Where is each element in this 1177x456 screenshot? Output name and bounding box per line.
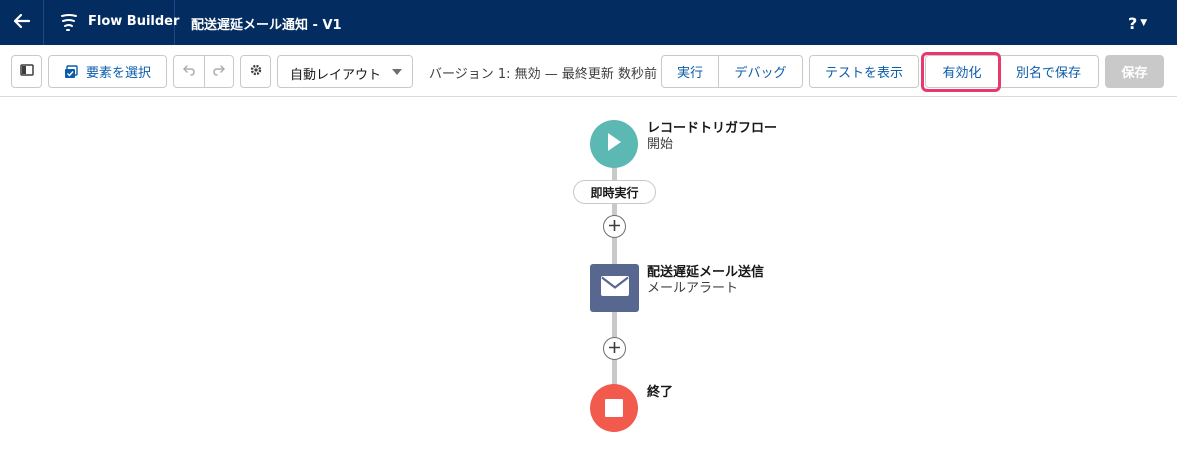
run-button[interactable]: 実行	[661, 55, 719, 88]
layout-select-value: 自動レイアウト	[290, 68, 382, 83]
path-label: 即時実行	[590, 185, 639, 200]
end-node[interactable]	[590, 384, 638, 432]
layout-select[interactable]: 自動レイアウト	[277, 55, 413, 88]
undo-button[interactable]	[173, 55, 205, 88]
select-elements-icon	[64, 64, 78, 79]
view-tests-button[interactable]: テストを表示	[809, 55, 919, 88]
activate-button[interactable]: 有効化	[925, 55, 999, 88]
play-icon	[605, 131, 623, 157]
chevron-down-icon: ▼	[1140, 18, 1148, 28]
app-branding: Flow Builder	[44, 0, 179, 45]
start-node-subtitle: 開始	[647, 137, 674, 152]
help-menu-button[interactable]: ? ▼	[1128, 12, 1158, 34]
redo-button[interactable]	[205, 55, 234, 88]
arrow-left-icon	[13, 13, 31, 33]
debug-label: デバッグ	[734, 66, 787, 81]
select-elements-label: 要素を選択	[85, 66, 151, 81]
email-action-node[interactable]	[590, 264, 639, 312]
chevron-down-icon	[392, 69, 402, 75]
back-button[interactable]	[0, 0, 44, 45]
select-elements-button[interactable]: 要素を選択	[48, 55, 167, 88]
settings-button[interactable]	[240, 55, 271, 88]
save-as-label: 別名で保存	[1015, 66, 1081, 81]
add-circle-icon	[608, 217, 621, 236]
flow-logo-icon	[60, 13, 78, 32]
add-circle-icon	[608, 339, 621, 358]
redo-icon	[212, 64, 226, 80]
flow-title: 配送遅延メール通知 - V1	[191, 18, 342, 33]
gear-icon	[249, 63, 263, 81]
start-node[interactable]	[590, 120, 638, 168]
run-label: 実行	[676, 66, 703, 81]
save-as-button[interactable]: 別名で保存	[999, 55, 1099, 88]
save-button[interactable]: 保存	[1105, 55, 1164, 88]
version-status: バージョン 1: 無効 — 最終更新 数秒前	[429, 67, 658, 82]
app-name: Flow Builder	[88, 14, 180, 29]
undo-icon	[182, 64, 196, 80]
path-label-pill[interactable]: 即時実行	[573, 180, 656, 204]
panel-toggle-icon	[19, 63, 34, 80]
app-header: Flow Builder 配送遅延メール通知 - V1 ? ▼	[0, 0, 1177, 45]
view-tests-label: テストを表示	[824, 66, 903, 81]
save-label: 保存	[1121, 66, 1148, 81]
help-icon: ?	[1128, 13, 1138, 33]
action-node-subtitle: メールアラート	[647, 281, 739, 296]
toggle-panel-button[interactable]	[11, 55, 42, 88]
stop-icon	[605, 399, 623, 417]
email-icon	[600, 275, 630, 301]
toolbar: 要素を選択 自動レイアウト バージョン 1: 無効 — 最終更新 数秒前 実行 …	[0, 45, 1177, 97]
add-element-button[interactable]	[603, 215, 626, 238]
add-element-button[interactable]	[603, 337, 626, 360]
end-node-title: 終了	[647, 385, 674, 400]
debug-button[interactable]: デバッグ	[719, 55, 803, 88]
activate-label: 有効化	[942, 66, 982, 81]
flow-canvas[interactable]	[0, 97, 1177, 456]
